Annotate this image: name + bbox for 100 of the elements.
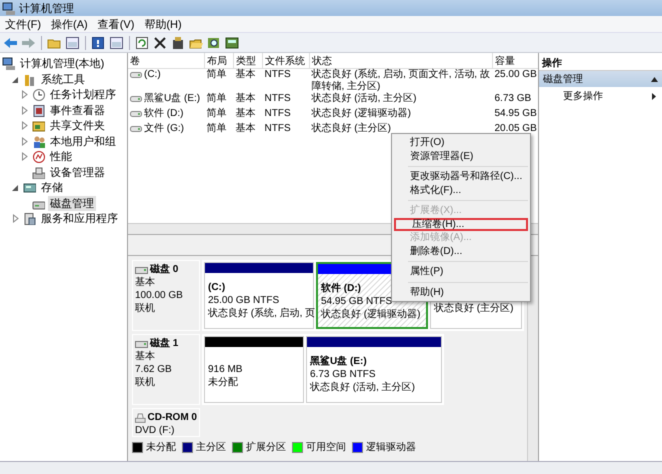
legend-label: 未分配 (146, 440, 176, 454)
table-cell: 文件 (G:) (144, 123, 184, 135)
drive-icon (130, 94, 142, 104)
column-header[interactable]: 文件系统 (262, 53, 310, 68)
disk-size: 100.00 GB (135, 289, 184, 302)
table-cell: (C:) (144, 69, 161, 81)
expand-arrow-icon[interactable] (20, 136, 29, 146)
search-icon[interactable] (207, 36, 222, 50)
partition-size: 916 MB (208, 363, 242, 376)
partition-block[interactable]: 黑鲨U盘 (E:) 6.73 GB NTFS 状态良好 (活动, 主分区) (306, 336, 442, 403)
computer-icon (2, 2, 15, 14)
legend-label: 逻辑驱动器 (366, 440, 416, 454)
menu-item[interactable]: 帮助(H) (139, 16, 187, 32)
tree-item[interactable]: 设备管理器 (48, 164, 107, 180)
panel-icon[interactable] (109, 36, 124, 50)
table-cell: 黑鲨U盘 (E:) (144, 93, 200, 105)
partition-size: 25.00 GB NTFS (208, 294, 280, 307)
expand-arrow-icon[interactable] (20, 106, 29, 115)
tree-item[interactable]: 计算机管理(本地) (18, 56, 106, 72)
menu-item[interactable]: 更改驱动器号和路径(C)... (394, 170, 528, 184)
section-header[interactable]: 磁盘管理 (539, 71, 662, 87)
back-icon[interactable] (3, 36, 18, 50)
tree-item[interactable]: 本地用户和组 (48, 134, 118, 149)
disk-info-panel[interactable]: 磁盘 1 基本 7.62 GB 联机 (132, 334, 200, 405)
device-icon (32, 166, 45, 179)
refresh-icon[interactable] (135, 36, 150, 50)
menu-item[interactable]: 打开(O) (394, 136, 528, 150)
help-icon[interactable] (91, 36, 106, 50)
tree-item[interactable]: 任务计划程序 (48, 87, 118, 102)
window-title: 计算机管理 (19, 2, 74, 16)
menu-item[interactable]: 压缩卷(H)... (394, 218, 528, 231)
column-header[interactable]: 状态 (310, 53, 492, 68)
partition-status: 状态良好 (活动, 主分区) (310, 381, 415, 394)
tree-item[interactable]: 性能 (48, 149, 74, 164)
partition-label: 黑鲨U盘 (E:) (310, 355, 367, 368)
disk-name: 磁盘 1 (150, 337, 178, 350)
disk-status: 联机 (135, 302, 156, 315)
column-header[interactable]: 卷 (128, 53, 204, 68)
menu-item[interactable]: 文件(F) (0, 16, 46, 32)
menu-item[interactable]: 查看(V) (92, 16, 140, 32)
disk-name: CD-ROM 0 (148, 411, 197, 424)
expand-arrow-icon[interactable] (20, 152, 29, 162)
table-cell: NTFS (264, 108, 291, 119)
drive-icon (130, 109, 142, 119)
tree-item[interactable]: 系统工具 (39, 72, 87, 87)
partition-status: 未分配 (208, 376, 238, 389)
table-cell: 基本 (236, 93, 256, 104)
expand-arrow-icon[interactable] (11, 74, 20, 84)
table-cell: NTFS (264, 123, 291, 134)
table-cell: 6.73 GB (494, 93, 532, 104)
tree-item[interactable]: 共享文件夹 (48, 118, 107, 134)
menu-item[interactable]: 操作(A) (46, 16, 93, 32)
expand-arrow-icon[interactable] (20, 121, 29, 130)
table-cell: 状态良好 (逻辑驱动器) (312, 108, 411, 119)
drive-icon (130, 70, 142, 80)
tree-item[interactable]: 存储 (39, 180, 65, 196)
panel-icon[interactable] (65, 36, 80, 50)
expand-arrow-icon[interactable] (20, 90, 29, 100)
properties-icon[interactable] (171, 36, 186, 50)
partition-status: 状态良好 (逻辑驱动器) (321, 308, 420, 321)
column-header[interactable]: 布局 (204, 53, 234, 68)
column-header[interactable]: 容量 (492, 53, 540, 68)
tree-item[interactable]: 服务和应用程序 (39, 211, 120, 226)
partition-status: 状态良好 (系统, 启动, 页 (208, 307, 316, 320)
action-link[interactable]: 更多操作 (563, 89, 603, 103)
partition-status: 状态良好 (主分区) (434, 302, 514, 315)
disk-type: 基本 (135, 276, 156, 289)
menu-item[interactable]: 资源管理器(E) (394, 150, 528, 163)
shared-folder-icon (32, 119, 45, 132)
collapse-arrow-icon[interactable] (651, 76, 658, 82)
partition-label: 软件 (D:) (321, 282, 361, 295)
delete-icon[interactable] (153, 36, 168, 50)
vertical-scrollbar[interactable] (527, 256, 538, 461)
table-cell: 简单 (206, 123, 226, 134)
table-cell: 简单 (206, 93, 226, 104)
table-cell: 25.00 GB (494, 69, 537, 80)
expand-arrow-icon[interactable] (11, 214, 20, 224)
arrow-right-icon[interactable] (652, 92, 656, 100)
partition-block[interactable]: 916 MB 未分配 (204, 336, 304, 403)
disk-info-panel[interactable]: 磁盘 0 基本 100.00 GB 联机 (132, 260, 200, 331)
tree-item[interactable]: 磁盘管理 (48, 196, 96, 211)
table-cell: NTFS (264, 69, 291, 80)
tree-item[interactable]: 事件查看器 (48, 102, 107, 118)
clock-icon (32, 88, 45, 102)
disk-info-panel[interactable]: CD-ROM 0 DVD (F:) (132, 408, 200, 437)
partition-size: 6.73 GB NTFS (310, 368, 376, 381)
menu-item[interactable]: 格式化(F)... (394, 184, 528, 197)
disk-status: 联机 (135, 376, 156, 389)
column-header[interactable]: 类型 (234, 53, 262, 68)
partition-block[interactable]: (C:) 25.00 GB NTFS 状态良好 (系统, 启动, 页 (204, 262, 314, 329)
expand-arrow-icon[interactable] (11, 183, 20, 192)
table-cell: 54.95 GB (494, 108, 537, 119)
toolbox-icon (23, 72, 36, 86)
log-icon (32, 104, 45, 117)
table-cell: 状态良好 (系统, 启动, 页面文件, 活动, 故障转储, 主分区) (312, 69, 490, 92)
table-cell: 简单 (206, 108, 226, 119)
partition-label: (C:) (208, 281, 226, 294)
users-icon (32, 134, 45, 148)
table-cell: 基本 (236, 123, 256, 134)
table-cell: NTFS (264, 93, 291, 104)
